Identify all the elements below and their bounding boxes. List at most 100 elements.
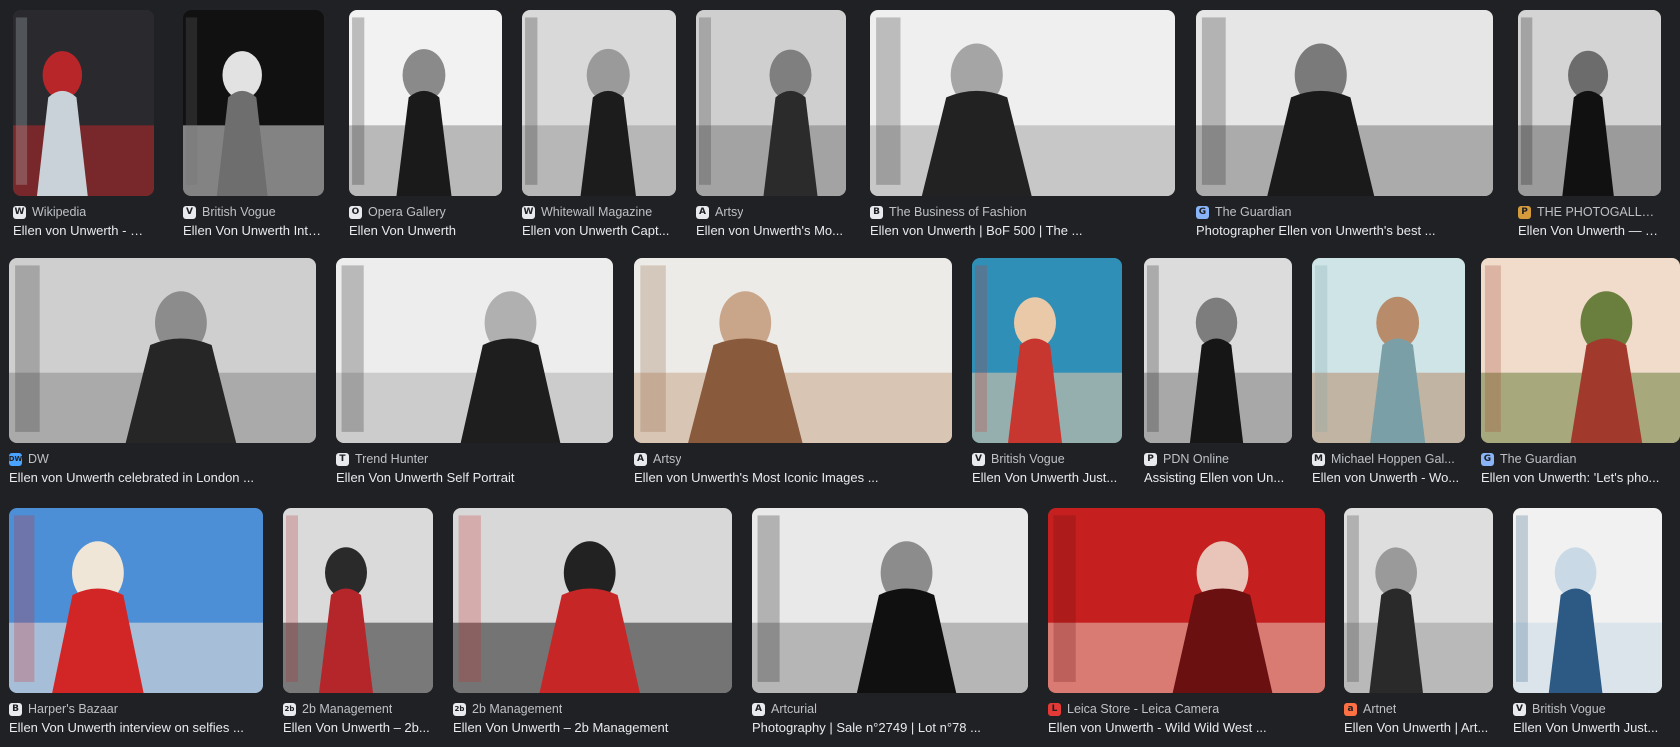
result-title[interactable]: Ellen Von Unwerth Just... bbox=[1513, 720, 1662, 738]
result-thumbnail[interactable] bbox=[870, 10, 1175, 196]
image-result-card[interactable]: L Leica Store - Leica Camera Ellen von Unw… bbox=[1048, 508, 1325, 735]
result-thumbnail[interactable] bbox=[1144, 258, 1292, 443]
result-title[interactable]: Ellen von Unwerth: 'Let's pho... bbox=[1481, 470, 1680, 488]
result-thumbnail[interactable] bbox=[1513, 508, 1662, 693]
result-title[interactable]: Ellen von Unwerth - Wo... bbox=[1312, 470, 1465, 488]
result-thumbnail[interactable] bbox=[522, 10, 676, 196]
result-thumbnail[interactable] bbox=[752, 508, 1028, 693]
result-source-name: British Vogue bbox=[1532, 702, 1606, 716]
image-result-card[interactable]: V British Vogue Ellen Von Unwerth Just... bbox=[1513, 508, 1662, 735]
result-thumbnail[interactable] bbox=[634, 258, 952, 443]
result-source[interactable]: V British Vogue bbox=[972, 451, 1122, 467]
result-source[interactable]: W Wikipedia bbox=[13, 204, 154, 220]
result-title[interactable]: Ellen Von Unwerth — T... bbox=[1518, 223, 1661, 241]
image-result-card[interactable]: W Whitewall Magazine Ellen von Unwerth Cap… bbox=[522, 10, 676, 238]
result-source-name: 2b Management bbox=[472, 702, 563, 716]
result-source-name: British Vogue bbox=[991, 452, 1065, 466]
result-title[interactable]: Ellen von Unwerth's Mo... bbox=[696, 223, 846, 241]
result-thumbnail[interactable] bbox=[1048, 508, 1325, 693]
result-thumbnail[interactable] bbox=[1312, 258, 1465, 443]
result-source[interactable]: A Artsy bbox=[634, 451, 952, 467]
result-source[interactable]: a Artnet bbox=[1344, 701, 1493, 717]
result-source[interactable]: B The Business of Fashion bbox=[870, 204, 1175, 220]
image-result-card[interactable]: G The Guardian Photographer Ellen von Unwe… bbox=[1196, 10, 1493, 238]
result-source[interactable]: DW DW bbox=[9, 451, 316, 467]
result-title[interactable]: Photography | Sale n°2749 | Lot n°78 ... bbox=[752, 720, 1028, 738]
artcurial-icon: A bbox=[752, 702, 765, 716]
result-title[interactable]: Ellen von Unwerth - Wi... bbox=[13, 223, 154, 241]
image-result-card[interactable]: P PDN Online Assisting Ellen von Un... bbox=[1144, 258, 1292, 485]
image-result-card[interactable]: a Artnet Ellen Von Unwerth | Art... bbox=[1344, 508, 1493, 735]
result-source-name: The Guardian bbox=[1215, 205, 1292, 219]
image-result-card[interactable]: G The Guardian Ellen von Unwerth: 'Let's p… bbox=[1481, 258, 1680, 485]
image-result-card[interactable]: B Harper's Bazaar Ellen Von Unwerth interv… bbox=[9, 508, 263, 735]
result-source-name: Wikipedia bbox=[32, 205, 87, 219]
result-title[interactable]: Ellen Von Unwerth – 2b... bbox=[283, 720, 433, 738]
result-thumbnail[interactable] bbox=[1481, 258, 1680, 443]
result-thumbnail[interactable] bbox=[1344, 508, 1493, 693]
result-source[interactable]: T Trend Hunter bbox=[336, 451, 613, 467]
result-source-name: Trend Hunter bbox=[355, 452, 429, 466]
result-title[interactable]: Ellen Von Unwerth Just... bbox=[972, 470, 1122, 488]
result-thumbnail[interactable] bbox=[1518, 10, 1661, 196]
result-source[interactable]: B Harper's Bazaar bbox=[9, 701, 263, 717]
result-title[interactable]: Ellen Von Unwerth | Art... bbox=[1344, 720, 1493, 738]
artnet-icon: a bbox=[1344, 702, 1357, 716]
image-result-card[interactable]: P THE PHOTOGALLERY Ellen Von Unwerth — T..… bbox=[1518, 10, 1661, 238]
result-thumbnail[interactable] bbox=[9, 508, 263, 693]
image-result-card[interactable]: 2b 2b Management Ellen Von Unwerth – 2b Ma… bbox=[453, 508, 732, 735]
image-result-card[interactable]: DW DW Ellen von Unwerth celebrated in Lond… bbox=[9, 258, 316, 485]
image-result-card[interactable]: A Artsy Ellen von Unwerth's Mo... bbox=[696, 10, 846, 238]
result-title[interactable]: Ellen von Unwerth | BoF 500 | The ... bbox=[870, 223, 1175, 241]
result-thumbnail[interactable] bbox=[283, 508, 433, 693]
image-result-card[interactable]: V British Vogue Ellen Von Unwerth Just... bbox=[972, 258, 1122, 485]
result-title[interactable]: Ellen von Unwerth Capt... bbox=[522, 223, 676, 241]
result-title[interactable]: Assisting Ellen von Un... bbox=[1144, 470, 1292, 488]
result-source-name: Artcurial bbox=[771, 702, 817, 716]
result-source-name: Leica Store - Leica Camera bbox=[1067, 702, 1220, 716]
result-thumbnail[interactable] bbox=[696, 10, 846, 196]
result-source[interactable]: P THE PHOTOGALLERY bbox=[1518, 204, 1661, 220]
result-source[interactable]: G The Guardian bbox=[1481, 451, 1680, 467]
image-result-card[interactable]: A Artcurial Photography | Sale n°2749 | Lo… bbox=[752, 508, 1028, 735]
image-result-card[interactable]: M Michael Hoppen Gal... Ellen von Unwerth … bbox=[1312, 258, 1465, 485]
image-results-grid: W Wikipedia Ellen von Unwerth - Wi... V Bri… bbox=[0, 0, 1680, 747]
result-thumbnail[interactable] bbox=[9, 258, 316, 443]
result-source[interactable]: 2b 2b Management bbox=[283, 701, 433, 717]
result-thumbnail[interactable] bbox=[349, 10, 502, 196]
result-source[interactable]: M Michael Hoppen Gal... bbox=[1312, 451, 1465, 467]
result-thumbnail[interactable] bbox=[13, 10, 154, 196]
result-source[interactable]: P PDN Online bbox=[1144, 451, 1292, 467]
result-source[interactable]: A Artcurial bbox=[752, 701, 1028, 717]
result-thumbnail[interactable] bbox=[183, 10, 324, 196]
image-result-card[interactable]: A Artsy Ellen von Unwerth's Most Iconic Im… bbox=[634, 258, 952, 485]
image-result-card[interactable]: B The Business of Fashion Ellen von Unwert… bbox=[870, 10, 1175, 238]
result-source-name: DW bbox=[28, 452, 49, 466]
image-result-card[interactable]: O Opera Gallery Ellen Von Unwerth bbox=[349, 10, 502, 238]
result-thumbnail[interactable] bbox=[972, 258, 1122, 443]
result-title[interactable]: Photographer Ellen von Unwerth's best ..… bbox=[1196, 223, 1493, 241]
image-result-card[interactable]: V British Vogue Ellen Von Unwerth Inte... bbox=[183, 10, 324, 238]
result-title[interactable]: Ellen Von Unwerth interview on selfies .… bbox=[9, 720, 263, 738]
result-source[interactable]: A Artsy bbox=[696, 204, 846, 220]
image-result-card[interactable]: W Wikipedia Ellen von Unwerth - Wi... bbox=[13, 10, 154, 238]
result-source[interactable]: L Leica Store - Leica Camera bbox=[1048, 701, 1325, 717]
result-title[interactable]: Ellen Von Unwerth Inte... bbox=[183, 223, 324, 241]
result-source[interactable]: O Opera Gallery bbox=[349, 204, 502, 220]
result-title[interactable]: Ellen von Unwerth - Wild Wild West ... bbox=[1048, 720, 1325, 738]
image-result-card[interactable]: 2b 2b Management Ellen Von Unwerth – 2b... bbox=[283, 508, 433, 735]
result-source[interactable]: V British Vogue bbox=[183, 204, 324, 220]
result-source[interactable]: V British Vogue bbox=[1513, 701, 1662, 717]
result-title[interactable]: Ellen Von Unwerth bbox=[349, 223, 502, 241]
result-title[interactable]: Ellen von Unwerth celebrated in London .… bbox=[9, 470, 316, 488]
result-source[interactable]: G The Guardian bbox=[1196, 204, 1493, 220]
result-source[interactable]: 2b 2b Management bbox=[453, 701, 732, 717]
result-thumbnail[interactable] bbox=[336, 258, 613, 443]
result-thumbnail[interactable] bbox=[1196, 10, 1493, 196]
result-title[interactable]: Ellen Von Unwerth Self Portrait bbox=[336, 470, 613, 488]
result-title[interactable]: Ellen Von Unwerth – 2b Management bbox=[453, 720, 732, 738]
result-title[interactable]: Ellen von Unwerth's Most Iconic Images .… bbox=[634, 470, 952, 488]
result-thumbnail[interactable] bbox=[453, 508, 732, 693]
result-source[interactable]: W Whitewall Magazine bbox=[522, 204, 676, 220]
image-result-card[interactable]: T Trend Hunter Ellen Von Unwerth Self Port… bbox=[336, 258, 613, 485]
